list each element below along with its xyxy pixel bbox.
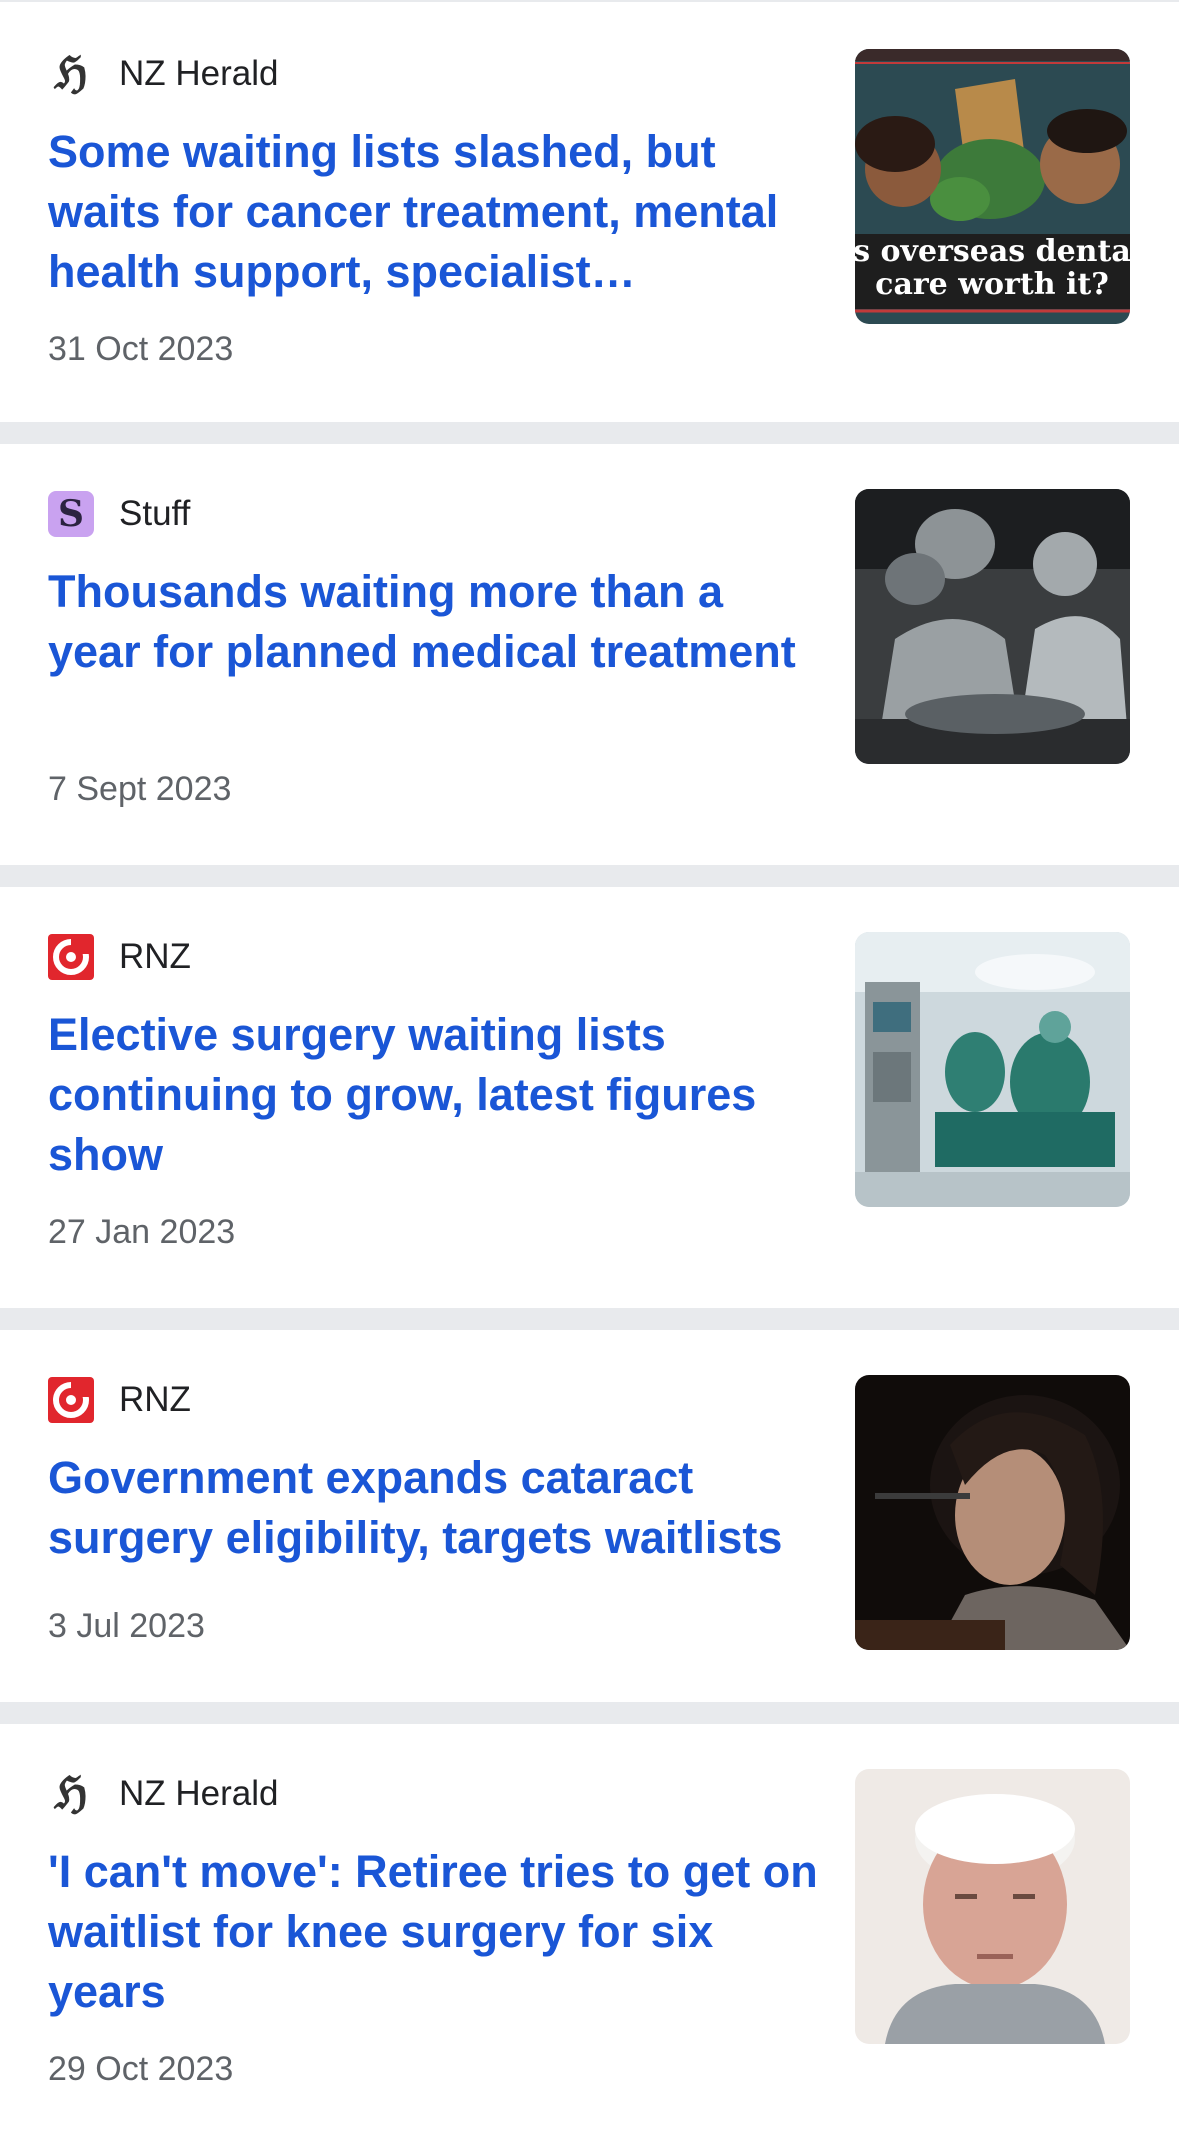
card-separator: [0, 1702, 1179, 1724]
source-name: RNZ: [119, 1380, 191, 1419]
thumbnail-image: s overseas denta care worth it?: [855, 49, 1130, 324]
headline-link[interactable]: 'I can't move': Retiree tries to get on …: [48, 1842, 818, 2022]
source-name: Stuff: [119, 494, 191, 533]
nz-herald-logo-icon: ℌ: [54, 48, 88, 99]
publish-date: 7 Sept 2023: [48, 770, 232, 808]
news-feed: ℌ NZ Herald Some waiting lists slashed, …: [0, 0, 1179, 2144]
article-thumbnail[interactable]: s overseas denta care worth it?: [855, 49, 1130, 324]
article-thumbnail[interactable]: [855, 1375, 1130, 1650]
source-row: RNZ: [48, 1376, 191, 1424]
headline-link[interactable]: Some waiting lists slashed, but waits fo…: [48, 122, 818, 302]
source-row: ℌ NZ Herald: [48, 50, 278, 98]
stuff-logo-icon: S: [48, 491, 94, 537]
thumbnail-image: [855, 932, 1130, 1207]
article-thumbnail[interactable]: [855, 1769, 1130, 2044]
thumbnail-image: [855, 489, 1130, 764]
news-card[interactable]: ℌ NZ Herald 'I can't move': Retiree trie…: [0, 1724, 1179, 2144]
source-name: RNZ: [119, 937, 191, 976]
news-card[interactable]: ℌ NZ Herald Some waiting lists slashed, …: [0, 2, 1179, 422]
headline-link[interactable]: Thousands waiting more than a year for p…: [48, 562, 818, 682]
rnz-logo-icon: [48, 934, 94, 980]
card-separator: [0, 1308, 1179, 1330]
thumbnail-caption-line: care worth it?: [875, 267, 1109, 302]
article-thumbnail[interactable]: [855, 489, 1130, 764]
news-card[interactable]: RNZ Government expands cataract surgery …: [0, 1330, 1179, 1702]
news-card[interactable]: S Stuff Thousands waiting more than a ye…: [0, 444, 1179, 865]
card-separator: [0, 422, 1179, 444]
publish-date: 31 Oct 2023: [48, 330, 234, 368]
publish-date: 3 Jul 2023: [48, 1607, 205, 1645]
headline-link[interactable]: Government expands cataract surgery elig…: [48, 1448, 818, 1568]
source-row: ℌ NZ Herald: [48, 1770, 278, 1818]
thumbnail-caption-line: s overseas denta: [855, 234, 1130, 269]
headline-link[interactable]: Elective surgery waiting lists continuin…: [48, 1005, 818, 1185]
nz-herald-logo-icon: ℌ: [54, 1768, 88, 1819]
card-separator: [0, 865, 1179, 887]
rnz-logo-icon: [48, 1377, 94, 1423]
article-thumbnail[interactable]: [855, 932, 1130, 1207]
publish-date: 29 Oct 2023: [48, 2050, 234, 2088]
source-row: RNZ: [48, 933, 191, 981]
thumbnail-image: [855, 1375, 1130, 1650]
source-name: NZ Herald: [119, 54, 279, 93]
source-row: S Stuff: [48, 490, 190, 538]
publish-date: 27 Jan 2023: [48, 1213, 236, 1251]
news-card[interactable]: RNZ Elective surgery waiting lists conti…: [0, 887, 1179, 1308]
thumbnail-image: [855, 1769, 1130, 2044]
source-name: NZ Herald: [119, 1774, 279, 1813]
